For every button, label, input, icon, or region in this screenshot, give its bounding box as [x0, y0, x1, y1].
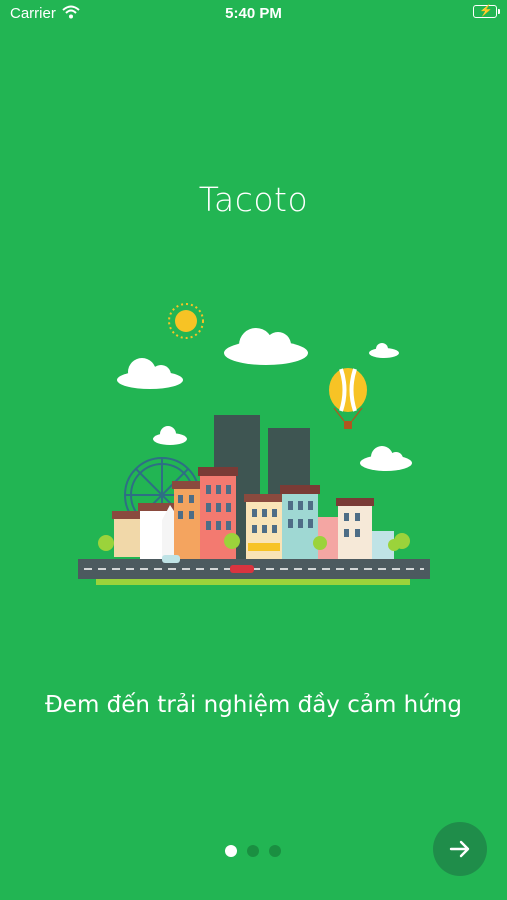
- page-dot[interactable]: [225, 845, 237, 857]
- sun-icon: [168, 303, 204, 339]
- onboarding-tagline: Đem đến trải nghiệm đầy cảm hứng: [44, 692, 462, 718]
- clouds: [117, 328, 412, 471]
- app-title: Tacoto: [198, 180, 309, 219]
- status-bar: Carrier 5:40 PM ⚡: [0, 0, 507, 28]
- battery-charging-icon: ⚡: [473, 5, 500, 18]
- city-illustration: [70, 295, 440, 595]
- arrow-right-icon: [449, 840, 470, 858]
- page-dot[interactable]: [269, 845, 281, 857]
- balloon: [329, 368, 367, 429]
- page-dot[interactable]: [247, 845, 259, 857]
- next-button[interactable]: [433, 822, 487, 876]
- status-time: 5:40 PM: [225, 5, 282, 22]
- page-indicator[interactable]: [225, 845, 281, 857]
